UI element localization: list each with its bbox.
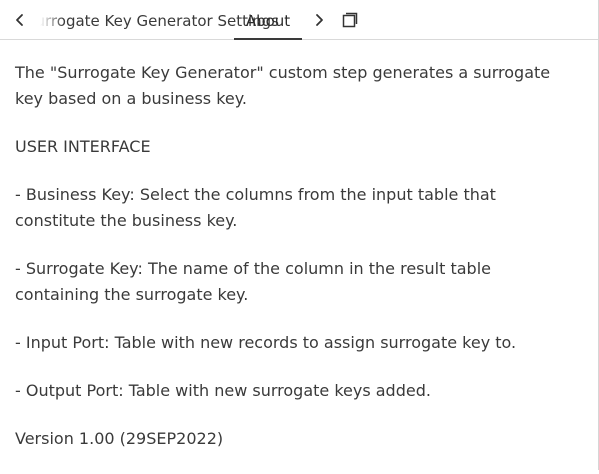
about-content: The "Surrogate Key Generator" custom ste… (15, 60, 580, 474)
tab-scroll-left-button[interactable] (10, 9, 30, 31)
surrogate-key-description: - Surrogate Key: The name of the column … (15, 259, 491, 304)
maximize-window-icon (342, 12, 358, 28)
business-key-description: - Business Key: Select the columns from … (15, 185, 496, 230)
tab-about[interactable]: About (234, 0, 302, 40)
maximize-button[interactable] (340, 10, 360, 30)
about-intro: The "Surrogate Key Generator" custom ste… (15, 63, 551, 108)
input-port-description: - Input Port: Table with new records to … (15, 333, 517, 352)
about-panel: Surrogate Key Generator Settings About T… (0, 0, 599, 470)
chevron-right-icon (316, 14, 323, 26)
user-interface-heading: USER INTERFACE (15, 137, 151, 156)
tab-strip: Surrogate Key Generator Settings About (32, 0, 302, 40)
tab-about-label: About (245, 12, 291, 30)
tab-scroll-right-button[interactable] (309, 9, 329, 31)
version-text: Version 1.00 (29SEP2022) (15, 429, 224, 448)
output-port-description: - Output Port: Table with new surrogate … (15, 381, 431, 400)
tab-bar: Surrogate Key Generator Settings About (0, 0, 598, 40)
chevron-left-icon (16, 14, 23, 26)
